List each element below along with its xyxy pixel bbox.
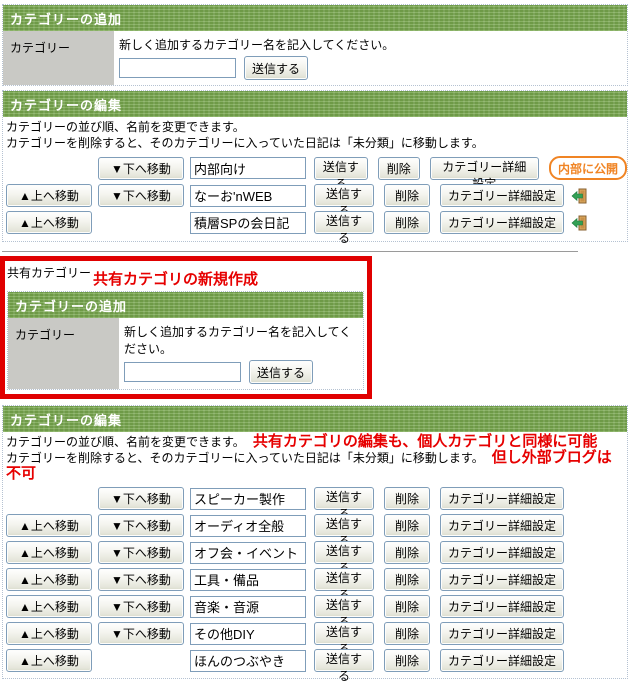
- move-up-button[interactable]: ▲上へ移動: [6, 541, 92, 564]
- submit-button[interactable]: 送信する: [314, 595, 374, 618]
- add-category-section: カテゴリーの追加 カテゴリー 新しく追加するカテゴリー名を記入してください。 送…: [2, 4, 628, 86]
- delete-button[interactable]: 削除: [384, 541, 430, 564]
- move-up-button[interactable]: ▲上へ移動: [6, 211, 92, 234]
- door-enter-icon[interactable]: [570, 187, 588, 205]
- edit-description: カテゴリーの並び順、名前を変更できます。共有カテゴリの編集も、個人カテゴリと同様…: [3, 432, 627, 483]
- submit-button[interactable]: 送信する: [244, 56, 308, 80]
- category-detail-button[interactable]: カテゴリー詳細設定: [440, 514, 564, 537]
- submit-button[interactable]: 送信する: [314, 514, 374, 537]
- move-down-button[interactable]: ▼下へ移動: [98, 622, 184, 645]
- move-down-button[interactable]: ▼下へ移動: [98, 595, 184, 618]
- category-detail-button[interactable]: カテゴリー詳細設定: [440, 184, 564, 207]
- edit-category-header: カテゴリーの編集: [3, 91, 627, 117]
- category-name-input[interactable]: [190, 650, 306, 672]
- new-category-input[interactable]: [119, 58, 236, 78]
- move-down-button[interactable]: ▼下へ移動: [98, 568, 184, 591]
- submit-button[interactable]: 送信する: [314, 622, 374, 645]
- delete-button[interactable]: 削除: [384, 211, 430, 234]
- category-name-input[interactable]: [190, 212, 306, 234]
- add-category-instruction: 新しく追加するカテゴリー名を記入してください。: [119, 34, 394, 56]
- submit-button[interactable]: 送信する: [314, 568, 374, 591]
- category-row: ▲上へ移動 ▼下へ移動 送信する 削除 カテゴリー詳細設定: [6, 184, 627, 207]
- move-down-button[interactable]: ▼下へ移動: [98, 514, 184, 537]
- shared-category-label: 共有カテゴリー: [7, 262, 91, 281]
- internal-publish-badge: 内部に公開: [549, 156, 627, 180]
- submit-button[interactable]: 送信する: [314, 541, 374, 564]
- category-row: ▲上へ移動 送信する 削除 カテゴリー詳細設定: [6, 649, 627, 672]
- add-category-header: カテゴリーの追加: [3, 5, 627, 31]
- submit-button[interactable]: 送信する: [249, 360, 313, 384]
- move-down-button[interactable]: ▼下へ移動: [98, 487, 184, 510]
- category-detail-button[interactable]: カテゴリー詳細設定: [440, 649, 564, 672]
- move-down-button[interactable]: ▼下へ移動: [98, 541, 184, 564]
- category-row: ▼下へ移動 送信する 削除 カテゴリー詳細設定: [6, 487, 627, 510]
- move-up-button[interactable]: ▲上へ移動: [6, 184, 92, 207]
- edit-desc-line2: カテゴリーを削除すると、そのカテゴリーに入っていた日記は「未分類」に移動します。: [6, 135, 624, 151]
- move-up-button[interactable]: ▲上へ移動: [6, 622, 92, 645]
- category-field-label: カテゴリー: [3, 31, 114, 85]
- edit-desc-line1: カテゴリーの並び順、名前を変更できます。: [6, 119, 624, 135]
- submit-button[interactable]: 送信する: [314, 157, 368, 180]
- section-divider: [2, 251, 578, 252]
- delete-button[interactable]: 削除: [384, 595, 430, 618]
- category-detail-button[interactable]: カテゴリー詳細設定: [440, 595, 564, 618]
- delete-button[interactable]: 削除: [384, 568, 430, 591]
- category-name-input[interactable]: [190, 596, 306, 618]
- edit-category-header: カテゴリーの編集: [3, 406, 627, 432]
- edit-shared-category-section: カテゴリーの編集 カテゴリーの並び順、名前を変更できます。共有カテゴリの編集も、…: [2, 405, 628, 679]
- shared-new-annotation: 共有カテゴリの新規作成: [93, 268, 258, 289]
- move-down-button[interactable]: ▼下へ移動: [98, 157, 184, 180]
- delete-button[interactable]: 削除: [384, 649, 430, 672]
- delete-button[interactable]: 削除: [384, 184, 430, 207]
- submit-button[interactable]: 送信する: [314, 184, 374, 207]
- delete-button[interactable]: 削除: [378, 157, 420, 180]
- category-row: ▲上へ移動 ▼下へ移動 送信する 削除 カテゴリー詳細設定: [6, 514, 627, 537]
- category-name-input[interactable]: [190, 542, 306, 564]
- move-up-button[interactable]: ▲上へ移動: [6, 514, 92, 537]
- edit-category-section: カテゴリーの編集 カテゴリーの並び順、名前を変更できます。 カテゴリーを削除する…: [2, 90, 628, 242]
- category-field-label: カテゴリー: [8, 318, 119, 389]
- category-row: ▲上へ移動 送信する 削除 カテゴリー詳細設定: [6, 211, 627, 234]
- move-down-button[interactable]: ▼下へ移動: [98, 184, 184, 207]
- category-detail-button[interactable]: カテゴリー詳細設定: [440, 541, 564, 564]
- move-up-button[interactable]: ▲上へ移動: [6, 595, 92, 618]
- add-category-instruction: 新しく追加するカテゴリー名を記入してください。: [124, 321, 363, 360]
- move-up-button[interactable]: ▲上へ移動: [6, 568, 92, 591]
- category-row: ▲上へ移動 ▼下へ移動 送信する 削除 カテゴリー詳細設定: [6, 541, 627, 564]
- category-detail-button[interactable]: カテゴリー詳細設定: [440, 211, 564, 234]
- shared-category-highlight-box: 共有カテゴリー 共有カテゴリの新規作成 カテゴリーの追加 カテゴリー 新しく追加…: [0, 256, 372, 399]
- edit-desc-line1: カテゴリーの並び順、名前を変更できます。共有カテゴリの編集も、個人カテゴリと同様…: [6, 434, 624, 450]
- submit-button[interactable]: 送信する: [314, 649, 374, 672]
- category-name-input[interactable]: [190, 515, 306, 537]
- category-detail-button[interactable]: カテゴリー詳細設定: [440, 622, 564, 645]
- add-category-header: カテゴリーの追加: [8, 292, 363, 318]
- delete-button[interactable]: 削除: [384, 487, 430, 510]
- category-name-input[interactable]: [190, 185, 306, 207]
- door-enter-icon[interactable]: [570, 214, 588, 232]
- category-row: ▲上へ移動 ▼下へ移動 送信する 削除 カテゴリー詳細設定: [6, 568, 627, 591]
- delete-button[interactable]: 削除: [384, 514, 430, 537]
- category-row: ▲上へ移動 ▼下へ移動 送信する 削除 カテゴリー詳細設定: [6, 622, 627, 645]
- category-detail-button[interactable]: カテゴリー詳細設定: [440, 568, 564, 591]
- shared-edit-annotation: 共有カテゴリの編集も、個人カテゴリと同様に可能: [253, 433, 598, 450]
- add-shared-category-section: カテゴリーの追加 カテゴリー 新しく追加するカテゴリー名を記入してください。 送…: [7, 291, 364, 390]
- edit-description: カテゴリーの並び順、名前を変更できます。 カテゴリーを削除すると、そのカテゴリー…: [3, 117, 627, 152]
- category-name-input[interactable]: [190, 157, 306, 179]
- category-row: ▼下へ移動 送信する 削除 カテゴリー詳細設定 内部に公開: [6, 156, 627, 180]
- move-up-button[interactable]: ▲上へ移動: [6, 649, 92, 672]
- submit-button[interactable]: 送信する: [314, 487, 374, 510]
- category-name-input[interactable]: [190, 569, 306, 591]
- new-shared-category-input[interactable]: [124, 362, 241, 382]
- category-detail-button[interactable]: カテゴリー詳細設定: [440, 487, 564, 510]
- delete-button[interactable]: 削除: [384, 622, 430, 645]
- category-name-input[interactable]: [190, 488, 306, 510]
- category-name-input[interactable]: [190, 623, 306, 645]
- category-detail-button[interactable]: カテゴリー詳細設定: [430, 157, 539, 180]
- category-row: ▲上へ移動 ▼下へ移動 送信する 削除 カテゴリー詳細設定: [6, 595, 627, 618]
- submit-button[interactable]: 送信する: [314, 211, 374, 234]
- edit-desc-line2: カテゴリーを削除すると、そのカテゴリーに入っていた日記は「未分類」に移動します。…: [6, 450, 624, 482]
